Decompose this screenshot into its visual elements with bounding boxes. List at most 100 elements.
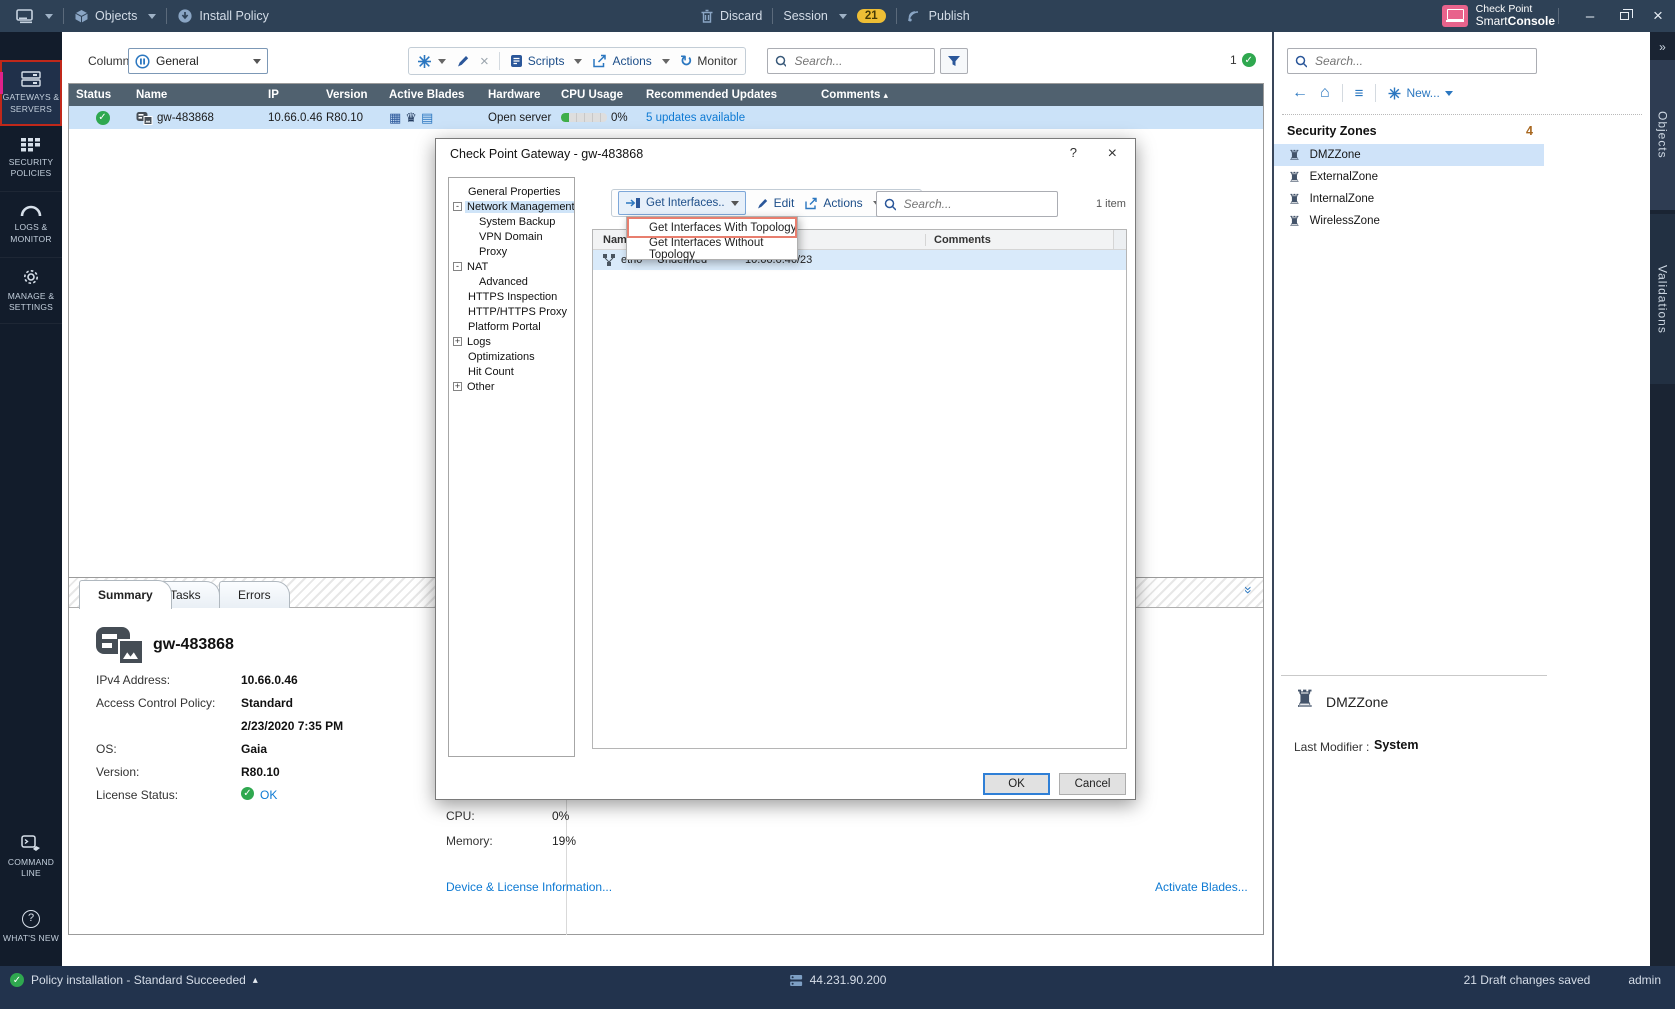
updates-link[interactable]: 5 updates available — [646, 112, 745, 124]
col-status[interactable]: Status — [69, 89, 129, 101]
objects-search-input[interactable] — [1313, 53, 1529, 69]
zone-item-internalzone[interactable]: ♜InternalZone — [1274, 188, 1544, 210]
cancel-button[interactable]: Cancel — [1059, 773, 1126, 795]
new-object-button[interactable]: New... — [1388, 86, 1452, 100]
tree-network-management[interactable]: -Network Management — [449, 199, 574, 214]
scrollbar-gutter[interactable] — [1113, 230, 1126, 249]
col-comments[interactable]: Comments — [925, 234, 1113, 246]
close-button[interactable]: × — [1641, 3, 1675, 29]
device-license-link[interactable]: Device & License Information... — [446, 880, 612, 894]
chevron-down-icon — [731, 201, 739, 206]
monitor-button[interactable]: ↻ Monitor — [680, 52, 738, 70]
logged-in-user[interactable]: admin — [1628, 973, 1661, 987]
tab-validations[interactable]: Validations — [1650, 214, 1675, 384]
dialog-actions-button[interactable]: Actions — [804, 196, 880, 210]
tree-vpn-domain[interactable]: VPN Domain — [449, 229, 574, 244]
scripts-button[interactable]: Scripts — [510, 54, 583, 68]
field-label: IPv4 Address: — [96, 673, 170, 687]
dialog-help-button[interactable]: ? — [1070, 145, 1077, 160]
collapse-panel-icon[interactable]: » — [1241, 586, 1257, 594]
search-input[interactable] — [792, 53, 927, 69]
gauge-icon — [20, 204, 42, 217]
field-label: OS: — [96, 742, 117, 756]
back-icon[interactable]: ← — [1292, 84, 1308, 102]
delete-button[interactable]: × — [480, 53, 489, 70]
tree-logs[interactable]: +Logs — [449, 334, 574, 349]
nav-security-policies[interactable]: SECURITY POLICIES — [0, 126, 62, 192]
restore-button[interactable] — [1607, 3, 1641, 29]
tree-system-backup[interactable]: System Backup — [449, 214, 574, 229]
zone-item-dmzzone[interactable]: ♜DMZZone — [1274, 144, 1544, 166]
col-hardware[interactable]: Hardware — [481, 89, 554, 101]
tree-optimizations[interactable]: Optimizations — [449, 349, 574, 364]
tree-general-properties[interactable]: General Properties — [449, 184, 574, 199]
install-policy-button[interactable]: Install Policy — [177, 8, 268, 24]
publish-button[interactable]: Publish — [907, 9, 970, 23]
gateway-row[interactable]: ✓ gw-483868 10.66.0.46 R80.10 ▦ ♛ ▤ Open… — [69, 106, 1263, 129]
col-ip[interactable]: IP — [261, 89, 319, 101]
cpu-label: CPU: — [446, 809, 475, 823]
expand-box-icon[interactable]: + — [453, 337, 462, 346]
nav-command-line[interactable]: COMMAND LINE — [0, 824, 62, 890]
tab-summary[interactable]: Summary — [79, 580, 172, 609]
collapse-box-icon[interactable]: - — [453, 262, 462, 271]
side-tab-bar: » Objects Validations — [1650, 32, 1675, 966]
new-object-button[interactable] — [417, 54, 446, 69]
columns-dropdown[interactable]: General — [128, 48, 268, 74]
home-icon[interactable]: ⌂ — [1320, 84, 1330, 102]
tree-nat[interactable]: -NAT — [449, 259, 574, 274]
tab-objects[interactable]: Objects — [1650, 60, 1675, 210]
zone-item-wirelesszone[interactable]: ♜WirelessZone — [1274, 210, 1544, 232]
tree-https-inspection[interactable]: HTTPS Inspection — [449, 289, 574, 304]
activate-blades-link[interactable]: Activate Blades... — [1155, 880, 1248, 894]
session-menu-button[interactable]: Session — [783, 9, 846, 23]
col-comments[interactable]: Comments▴ — [814, 89, 1263, 101]
dialog-close-button[interactable]: × — [1108, 145, 1117, 163]
expand-box-icon[interactable]: + — [453, 382, 462, 391]
tree-platform-portal[interactable]: Platform Portal — [449, 319, 574, 334]
nav-manage-settings[interactable]: MANAGE & SETTINGS — [0, 258, 62, 324]
dialog-title: Check Point Gateway - gw-483868 — [450, 147, 643, 161]
tree-proxy[interactable]: Proxy — [449, 244, 574, 259]
col-recommended-updates[interactable]: Recommended Updates — [639, 89, 814, 101]
license-status-value[interactable]: OK — [260, 788, 277, 802]
tree-other[interactable]: +Other — [449, 379, 574, 394]
ok-button[interactable]: OK — [983, 773, 1050, 795]
col-version[interactable]: Version — [319, 89, 382, 101]
monitor-label: Monitor — [697, 54, 737, 68]
collapse-panel-button[interactable]: » — [1650, 38, 1675, 56]
filter-button[interactable] — [940, 48, 968, 74]
cube-icon — [74, 9, 89, 24]
minimize-button[interactable]: – — [1573, 3, 1607, 29]
chevron-up-icon: ▴ — [253, 975, 258, 986]
tree-http-https-proxy[interactable]: HTTP/HTTPS Proxy — [449, 304, 574, 319]
edit-button[interactable] — [456, 54, 470, 68]
policy-status[interactable]: ✓ Policy installation - Standard Succeed… — [10, 973, 258, 987]
tab-errors[interactable]: Errors — [219, 581, 290, 608]
policy-status-text: Policy installation - Standard Succeeded — [31, 973, 246, 987]
actions-label: Actions — [823, 196, 862, 210]
nav-gateways-servers[interactable]: GATEWAYS & SERVERS — [0, 60, 62, 126]
field-value: Gaia — [241, 742, 267, 756]
zone-item-externalzone[interactable]: ♜ExternalZone — [1274, 166, 1544, 188]
collapse-box-icon[interactable]: - — [453, 202, 462, 211]
list-view-icon[interactable]: ≡ — [1355, 85, 1364, 102]
objects-menu-button[interactable]: Objects — [74, 9, 156, 24]
tree-advanced[interactable]: Advanced — [449, 274, 574, 289]
col-cpu-usage[interactable]: CPU Usage — [554, 89, 639, 101]
get-interfaces-button[interactable]: Get Interfaces.. — [618, 191, 746, 215]
menu-get-interfaces-without-topology[interactable]: Get Interfaces Without Topology — [627, 238, 797, 259]
dialog-search-input[interactable] — [902, 196, 1050, 212]
divider — [1342, 84, 1343, 102]
dialog-edit-button[interactable]: Edit — [756, 196, 795, 210]
menu-get-interfaces-with-topology[interactable]: Get Interfaces With Topology — [627, 217, 797, 238]
col-active-blades[interactable]: Active Blades — [382, 89, 481, 101]
col-name[interactable]: Name — [129, 89, 261, 101]
tree-hit-count[interactable]: Hit Count — [449, 364, 574, 379]
session-count-badge[interactable]: 21 — [857, 9, 886, 23]
app-menu-button[interactable] — [16, 9, 53, 24]
actions-button[interactable]: Actions — [592, 54, 669, 68]
discard-button[interactable]: Discard — [700, 9, 762, 24]
nav-whats-new[interactable]: ? WHAT'S NEW — [0, 894, 62, 960]
nav-logs-monitor[interactable]: LOGS & MONITOR — [0, 192, 62, 258]
